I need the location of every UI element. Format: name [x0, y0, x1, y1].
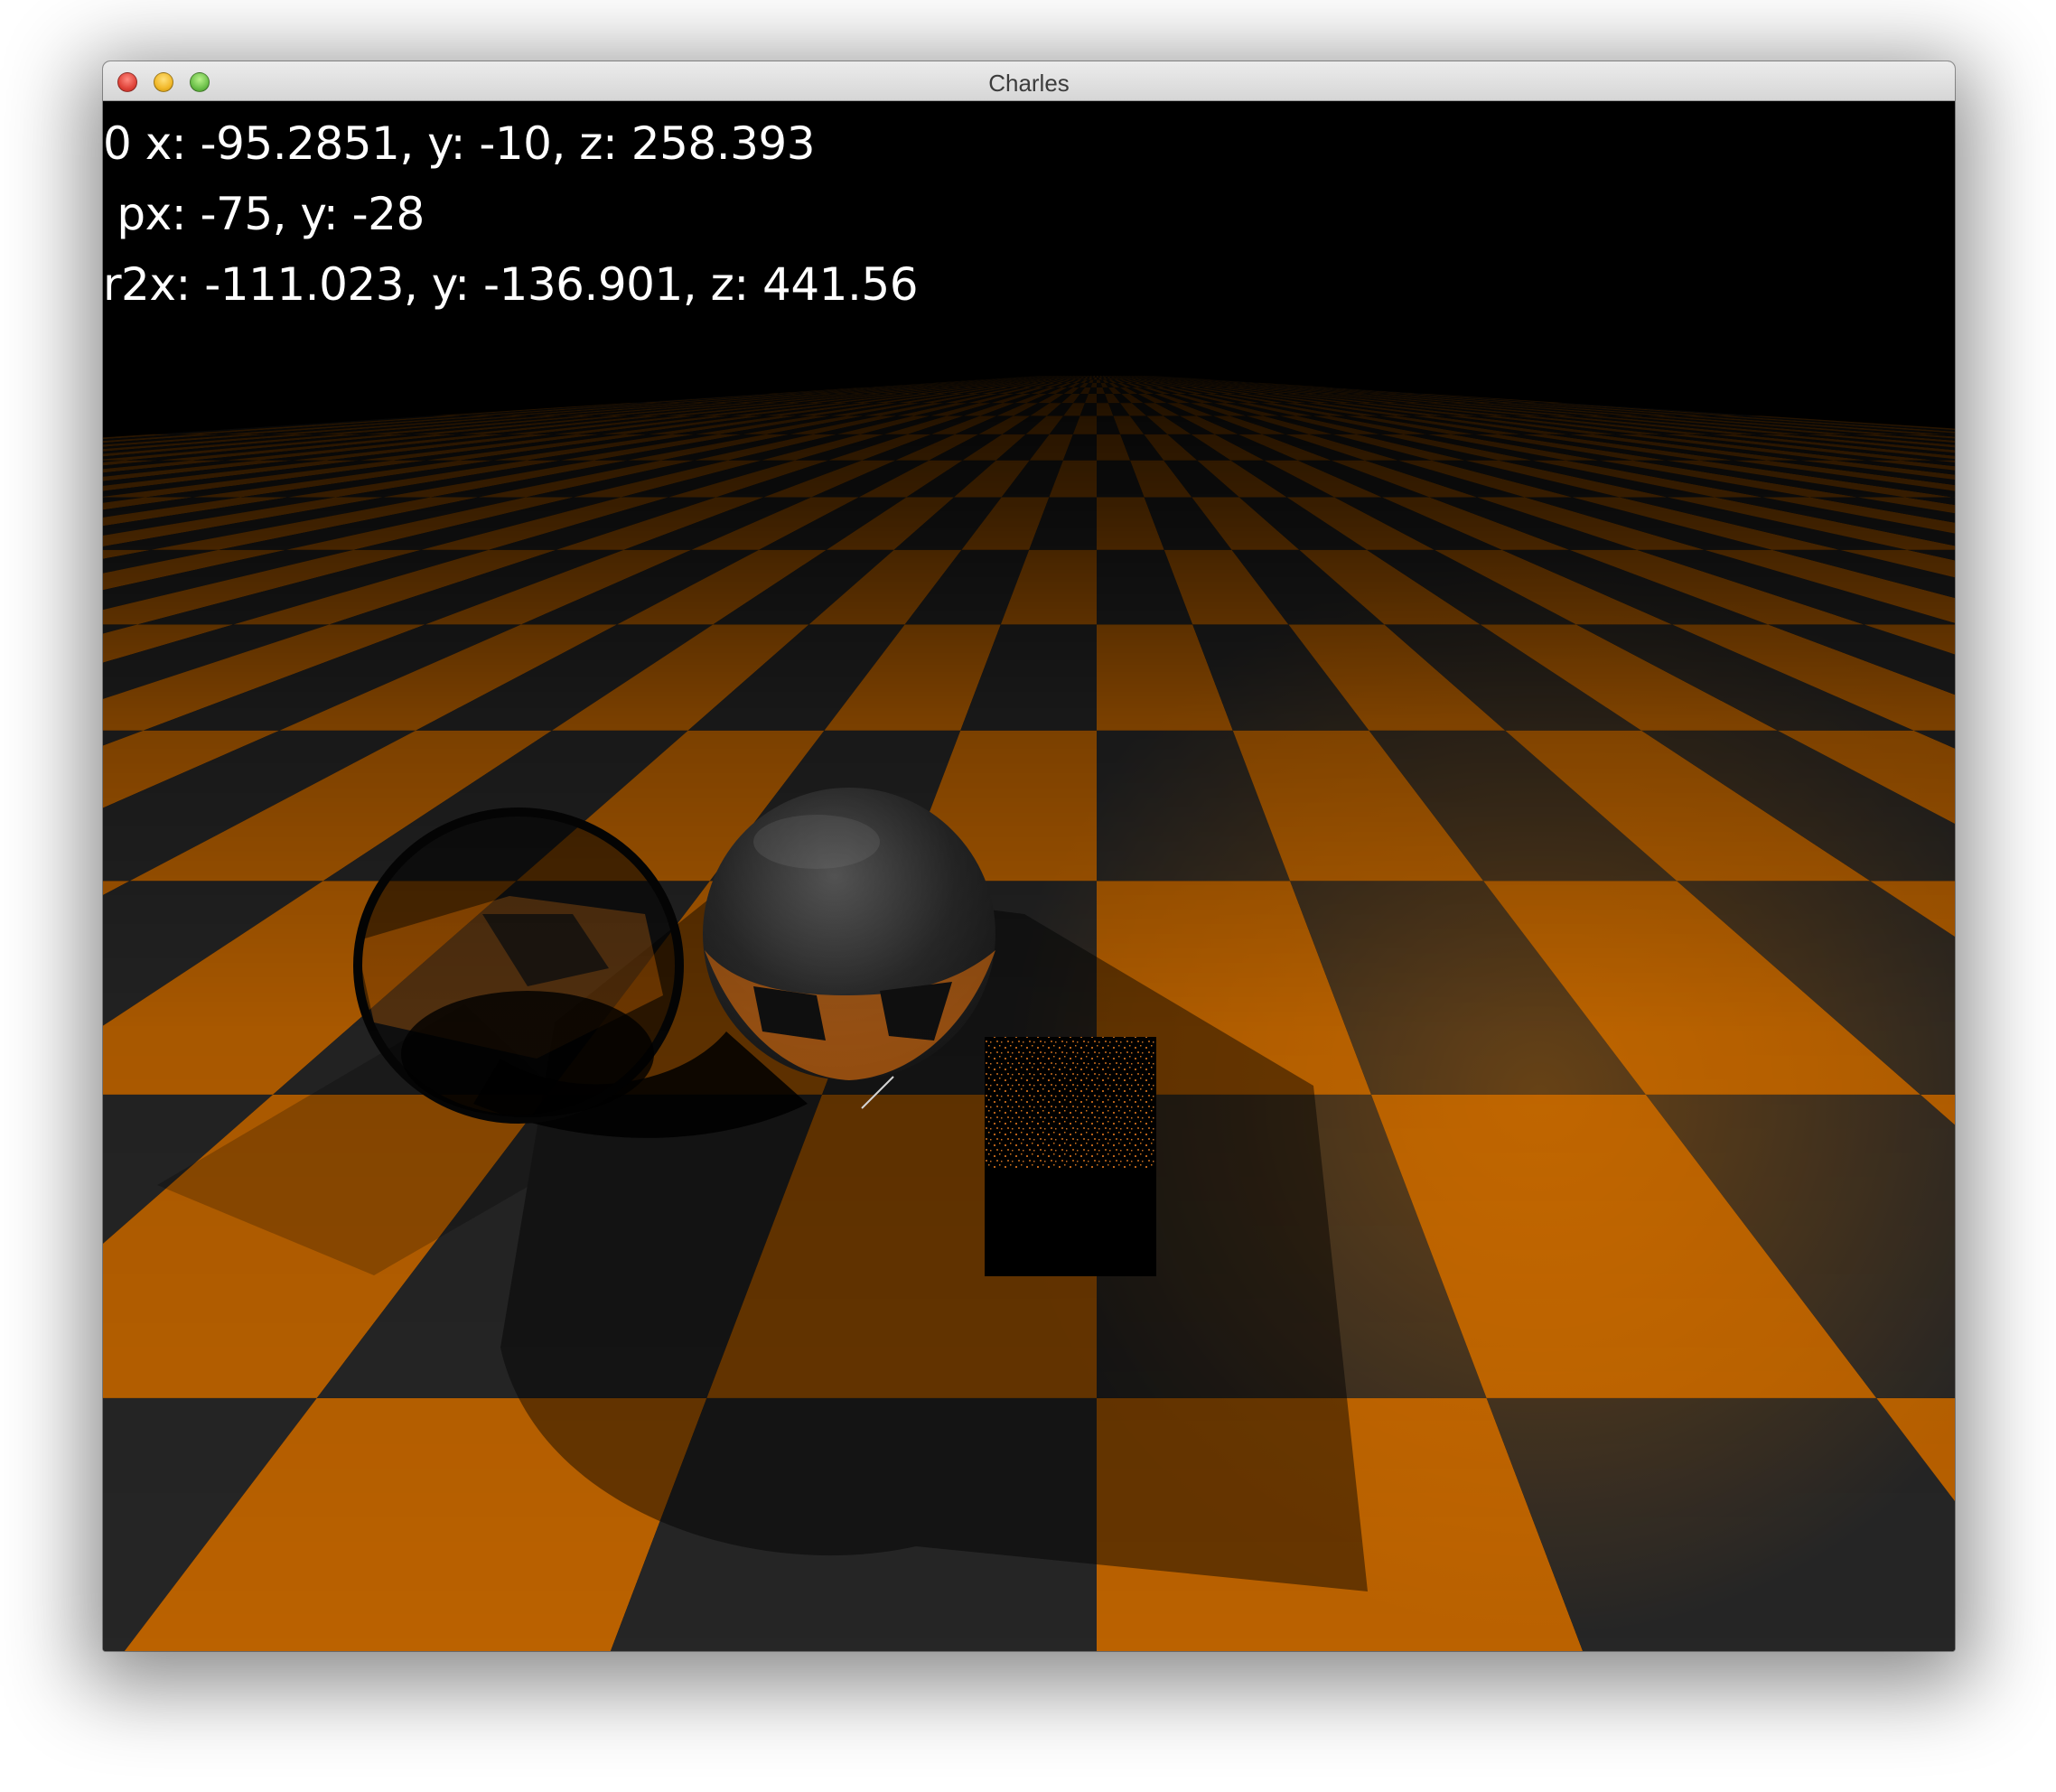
debug-line-2: px: -75, y: -28 — [103, 188, 425, 240]
title-bar[interactable]: Charles — [103, 61, 1955, 101]
window-title: Charles — [988, 70, 1070, 97]
debug-line-3: r2x: -111.023, y: -136.901, z: 441.56 — [103, 258, 919, 311]
app-window: Charles 0 x: -95.2851, y: -10, z: 258.39… — [103, 61, 1955, 1651]
debug-line-1: 0 x: -95.2851, y: -10, z: 258.393 — [103, 117, 816, 170]
render-viewport[interactable]: 0 x: -95.2851, y: -10, z: 258.393 px: -7… — [103, 101, 1955, 1651]
horizon-fade — [103, 101, 1955, 1651]
raytraced-scene — [103, 101, 1955, 1651]
debug-overlay: 0 x: -95.2851, y: -10, z: 258.393 px: -7… — [103, 108, 919, 320]
